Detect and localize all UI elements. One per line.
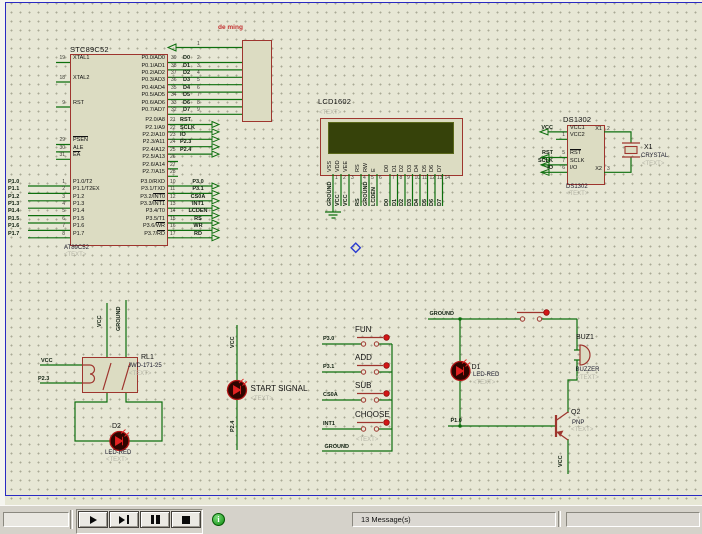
start-net-p24: P2.4 xyxy=(230,421,236,432)
start-signal-label: START SIGNAL xyxy=(251,384,308,393)
q2-ref: Q2 xyxy=(571,409,580,416)
led-d2-ref: D2 xyxy=(112,423,121,430)
key-push-button[interactable] xyxy=(354,388,394,404)
connector-label: de ming xyxy=(218,24,243,31)
stop-button[interactable] xyxy=(171,511,201,528)
wires-layer xyxy=(0,0,702,505)
rtc-title: DS1302 xyxy=(563,115,591,124)
start-signal-text-placeholder: <TEXT> xyxy=(251,396,273,402)
rtc-pin-x1-number: 2 xyxy=(607,126,610,132)
junction-dot xyxy=(458,424,461,427)
relay-net-vcc: VCC xyxy=(41,358,53,364)
crystal-text-placeholder: <TEXT> xyxy=(642,161,664,167)
proteus-window: STC89C52 AT89C52 <TEXT> 19XTAL118XTAL29R… xyxy=(0,0,702,534)
buzzer-value: BUZZER xyxy=(576,367,600,373)
led-d1-ref: D1 xyxy=(472,364,481,371)
key-net-label: P3.0 xyxy=(323,336,334,342)
status-panel-right xyxy=(566,512,700,527)
junction-dot xyxy=(458,317,461,320)
relay-text-placeholder: <TEXT> xyxy=(129,371,151,377)
start-net-vcc: VCC xyxy=(230,336,236,348)
rtc-pin-x2-number: 3 xyxy=(607,166,610,172)
status-separator xyxy=(70,510,73,529)
buzzer-text-placeholder: <TEXT> xyxy=(577,375,599,381)
key-net-label: P3.1 xyxy=(323,364,334,370)
crystal-value: CRYSTAL xyxy=(641,153,668,159)
step-bar-icon xyxy=(127,515,130,524)
q2-emitter-net: VCC xyxy=(558,455,564,467)
step-icon xyxy=(119,516,125,524)
mcu-value: AT89C52 xyxy=(64,245,89,251)
keys-text-placeholder: <TEXT> xyxy=(356,437,378,443)
crystal-ref: X1 xyxy=(644,144,653,151)
mcu-title: STC89C52 xyxy=(70,45,109,54)
led-d1-value: LED-RED xyxy=(473,372,499,378)
crystal-symbol xyxy=(625,147,637,154)
relay-ref: RL1 xyxy=(141,354,154,361)
status-separator xyxy=(558,511,561,527)
keys-ground-label: GROUND xyxy=(325,444,349,450)
led-d1-text-placeholder: <TEXT> xyxy=(473,380,495,386)
terminal-arrows xyxy=(168,44,549,241)
pause-button[interactable] xyxy=(140,511,170,528)
status-message-panel: 13 Message(s) xyxy=(352,512,556,527)
key-net-label: CS0A xyxy=(323,392,338,398)
relay-value: JWD-171-25 xyxy=(128,363,162,369)
key-push-button[interactable] xyxy=(354,360,394,376)
relay-net-top-left: VCC xyxy=(97,315,103,327)
pause-icon xyxy=(156,515,160,524)
connector-pin1-number: 1 xyxy=(197,41,200,47)
rtc-pin-x1: X1 xyxy=(588,126,602,132)
buzzer-ref: BUZ1 xyxy=(576,334,594,341)
relay-net-p23: P2.3 xyxy=(38,376,49,382)
led-d2-value: LED-RED xyxy=(105,450,131,456)
led-diode-symbols xyxy=(116,360,471,446)
d1-ground-label: GROUND xyxy=(430,311,454,317)
led-bodies xyxy=(110,362,470,451)
simulation-controls xyxy=(76,509,203,534)
rtc-text-placeholder: <TEXT> xyxy=(566,191,588,197)
q2-value: PNP xyxy=(572,420,584,426)
buzzer-symbol xyxy=(580,345,590,365)
q2-base-net: P1.0 xyxy=(451,418,462,424)
key-push-button[interactable] xyxy=(354,332,394,348)
lcd-title: LCD1602 xyxy=(318,97,351,106)
pause-icon xyxy=(151,515,155,524)
key-net-label: INT1 xyxy=(323,421,335,427)
message-count: 13 Message(s) xyxy=(353,513,555,526)
relay-net-top-right: GROUND xyxy=(116,307,122,331)
info-icon[interactable]: i xyxy=(212,513,225,526)
play-button[interactable] xyxy=(78,511,108,528)
rtc-value: DS1302 xyxy=(566,184,588,190)
q2-text-placeholder: <TEXT> xyxy=(571,427,593,433)
schematic-canvas[interactable]: STC89C52 AT89C52 <TEXT> 19XTAL118XTAL29R… xyxy=(0,0,702,505)
status-panel-left xyxy=(3,512,69,527)
canvas-left-margin xyxy=(0,0,5,505)
step-button[interactable] xyxy=(109,511,139,528)
key-push-button[interactable] xyxy=(354,417,394,433)
rtc-pin-x2: X2 xyxy=(588,166,602,172)
status-bar: i 13 Message(s) xyxy=(0,505,702,534)
mcu-text-placeholder: <TEXT> xyxy=(64,252,86,258)
canvas-top-margin xyxy=(0,0,702,2)
origin-marker xyxy=(351,243,360,252)
play-icon xyxy=(90,516,97,524)
push-button[interactable] xyxy=(515,305,551,323)
led-d2-text-placeholder: <TEXT> xyxy=(106,457,128,463)
lcd-text-placeholder: <TEXT> xyxy=(319,110,341,116)
stop-icon xyxy=(182,516,190,524)
